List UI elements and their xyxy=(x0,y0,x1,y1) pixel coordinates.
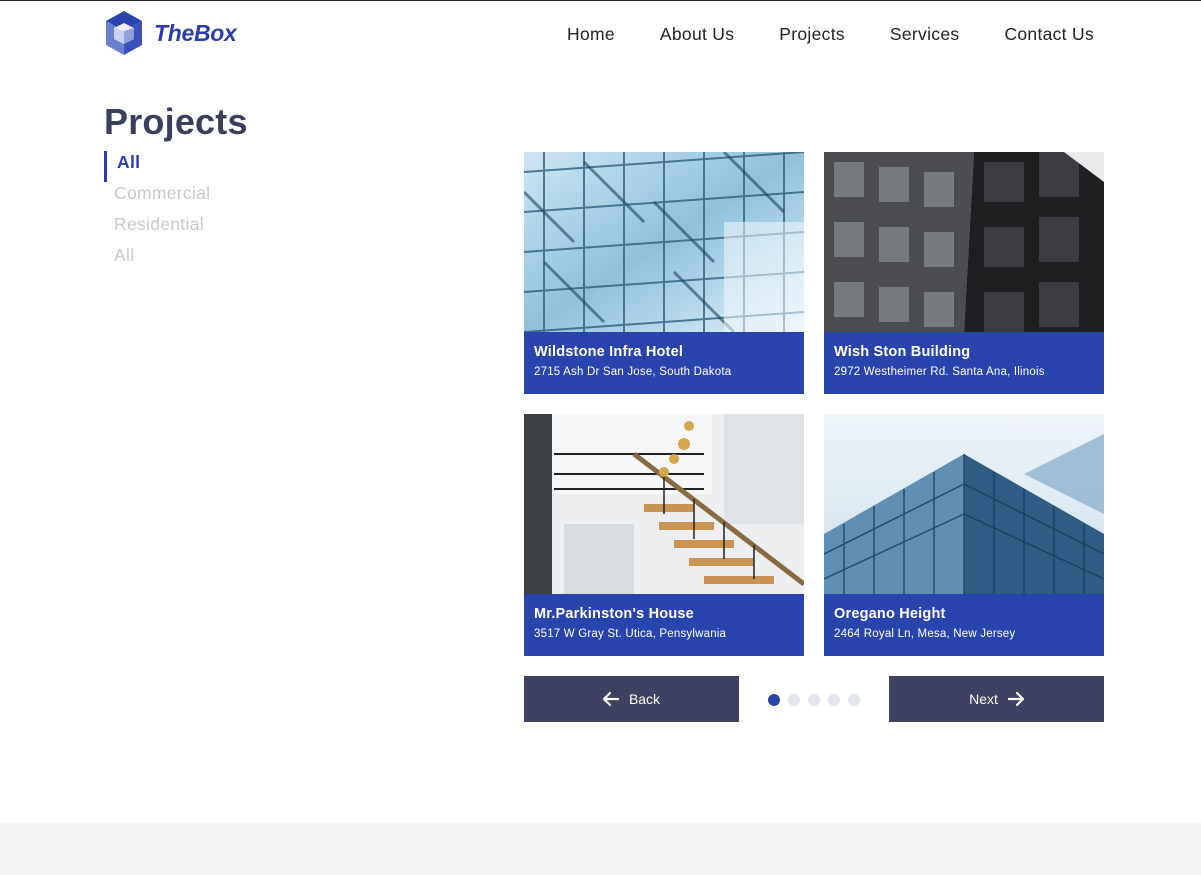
main-menu: Home About Us Projects Services Contact … xyxy=(567,24,1094,45)
project-card[interactable]: Wildstone Infra Hotel 2715 Ash Dr San Jo… xyxy=(524,152,804,394)
project-address: 2464 Royal Ln, Mesa, New Jersey xyxy=(834,628,1016,640)
nav-projects[interactable]: Projects xyxy=(779,24,845,45)
page-dot-4[interactable] xyxy=(828,694,840,706)
project-info: Oregano Height 2464 Royal Ln, Mesa, New … xyxy=(824,594,1104,656)
pagination-dots xyxy=(768,694,860,706)
back-button[interactable]: Back xyxy=(524,676,739,722)
project-filters: All Commercial Residential All xyxy=(104,151,210,275)
project-title: Oregano Height xyxy=(834,606,946,622)
dark-tower-image xyxy=(824,152,1104,332)
top-nav: TheBox Home About Us Projects Services C… xyxy=(0,1,1201,69)
footer xyxy=(0,823,1201,875)
filter-all[interactable]: All xyxy=(104,151,210,182)
project-address: 2972 Westheimer Rd. Santa Ana, Ilinois xyxy=(834,366,1045,378)
project-card[interactable]: Mr.Parkinston's House 3517 W Gray St. Ut… xyxy=(524,414,804,656)
nav-home[interactable]: Home xyxy=(567,24,615,45)
arrow-left-icon xyxy=(602,692,619,706)
filter-residential[interactable]: Residential xyxy=(104,213,210,244)
logo[interactable]: TheBox xyxy=(104,9,237,57)
arrow-right-icon xyxy=(1007,692,1024,706)
staircase-interior-image xyxy=(524,414,804,594)
back-label: Back xyxy=(628,691,661,707)
next-label: Next xyxy=(969,691,998,707)
page-dot-5[interactable] xyxy=(848,694,860,706)
filter-commercial[interactable]: Commercial xyxy=(104,182,210,213)
page-dot-2[interactable] xyxy=(788,694,800,706)
cube-logo-icon xyxy=(106,11,142,55)
nav-about-us[interactable]: About Us xyxy=(660,24,734,45)
project-address: 3517 W Gray St. Utica, Pensylwania xyxy=(534,628,727,640)
project-address: 2715 Ash Dr San Jose, South Dakota xyxy=(534,366,732,378)
page-title: Projects xyxy=(104,101,248,142)
page-dot-1[interactable] xyxy=(768,694,780,706)
filter-all-secondary[interactable]: All xyxy=(104,244,210,275)
project-info: Wildstone Infra Hotel 2715 Ash Dr San Jo… xyxy=(524,332,804,394)
project-info: Wish Ston Building 2972 Westheimer Rd. S… xyxy=(824,332,1104,394)
glass-skyscraper-image xyxy=(824,414,1104,594)
nav-services[interactable]: Services xyxy=(890,24,960,45)
project-title: Wish Ston Building xyxy=(834,344,971,360)
project-card[interactable]: Wish Ston Building 2972 Westheimer Rd. S… xyxy=(824,152,1104,394)
project-card[interactable]: Oregano Height 2464 Royal Ln, Mesa, New … xyxy=(824,414,1104,656)
glass-facade-image xyxy=(524,152,804,332)
project-title: Wildstone Infra Hotel xyxy=(534,344,684,360)
project-title: Mr.Parkinston's House xyxy=(534,606,694,622)
next-button[interactable]: Next xyxy=(889,676,1104,722)
brand-name: TheBox xyxy=(154,19,237,46)
project-info: Mr.Parkinston's House 3517 W Gray St. Ut… xyxy=(524,594,804,656)
nav-contact-us[interactable]: Contact Us xyxy=(1004,24,1094,45)
page-dot-3[interactable] xyxy=(808,694,820,706)
